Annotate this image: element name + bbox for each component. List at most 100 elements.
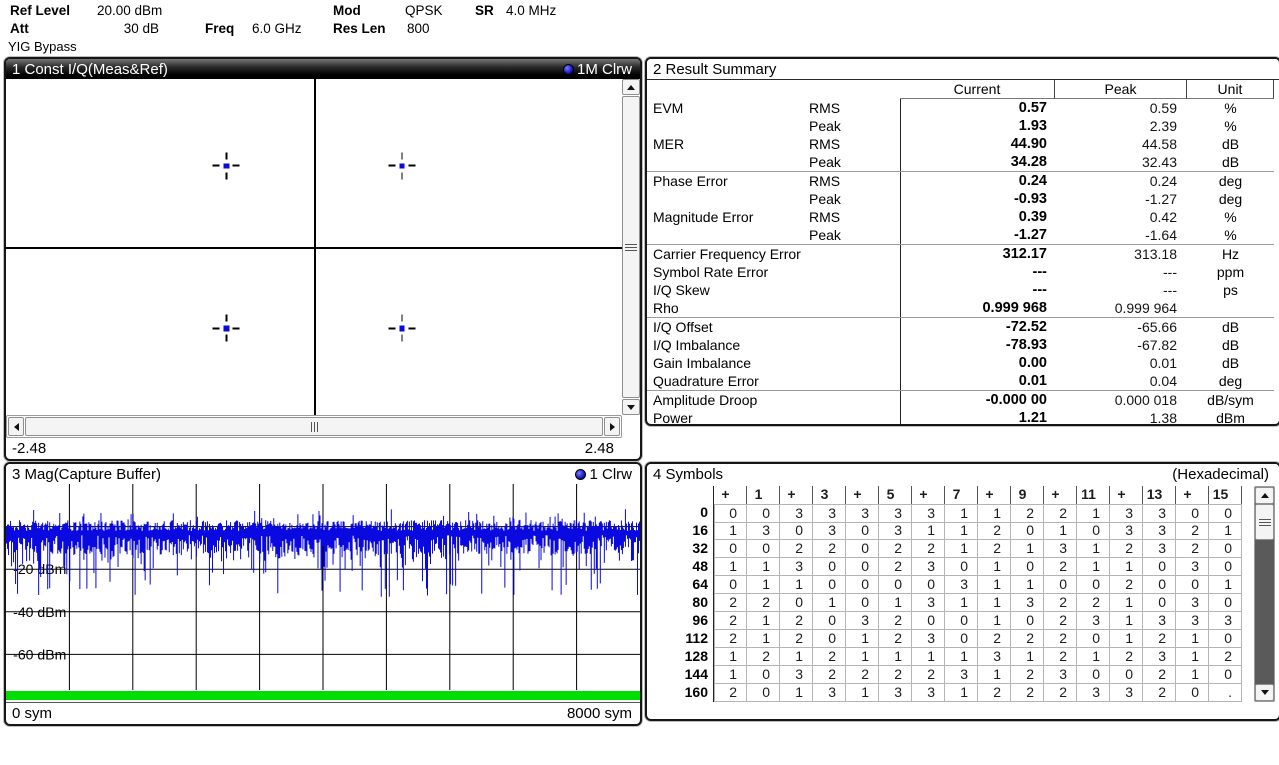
- scroll-down-button[interactable]: [622, 399, 640, 415]
- symbol-value-cell: 1: [945, 540, 978, 558]
- scroll-left-button[interactable]: [8, 417, 24, 436]
- result-summary-table: EVMRMS0.570.59%Peak1.932.39%MERRMS44.904…: [647, 99, 1274, 426]
- result-sublabel: [807, 372, 900, 390]
- result-peak-value: -65.66: [1055, 318, 1187, 336]
- result-row: Power1.211.38dBm: [647, 409, 1274, 426]
- freq-value: 6.0 GHz: [252, 21, 302, 36]
- vertical-scroll-thumb[interactable]: [622, 96, 640, 398]
- symbol-value-cell: 3: [747, 522, 780, 540]
- trace-label: 1 Clrw: [589, 466, 632, 483]
- symbol-value-cell: 3: [1044, 540, 1077, 558]
- result-peak-value: 0.04: [1055, 372, 1187, 390]
- symbol-value-cell: 2: [1143, 684, 1176, 702]
- symbol-value-cell: 2: [879, 612, 912, 630]
- symbol-value-cell: 2: [714, 594, 747, 612]
- symbol-value-cell: 0: [1011, 522, 1044, 540]
- result-current-value: 0.00: [900, 354, 1055, 372]
- result-current-value: 34.28: [900, 153, 1055, 171]
- symbol-value-cell: 3: [945, 576, 978, 594]
- symbol-value-cell: 0: [1077, 576, 1110, 594]
- symbol-value-cell: 1: [978, 576, 1011, 594]
- symbol-value-cell: 2: [978, 684, 1011, 702]
- constellation-horizontal-scrollbar[interactable]: [6, 415, 622, 438]
- symbols-row: 00033333112213300: [679, 504, 1242, 522]
- symbol-value-cell: 3: [813, 522, 846, 540]
- symbol-value-cell: 3: [813, 684, 846, 702]
- result-unit: %: [1187, 117, 1274, 135]
- mag-capture-x-range: 0 sym 8000 sym: [6, 702, 640, 723]
- vertical-scroll-thumb[interactable]: [1255, 504, 1274, 540]
- symbols-column-header: +: [846, 486, 879, 504]
- symbol-value-cell: 1: [978, 594, 1011, 612]
- symbol-value-cell: 3: [813, 504, 846, 523]
- symbols-vertical-scrollbar[interactable]: [1254, 486, 1275, 702]
- symbol-value-cell: 3: [1011, 594, 1044, 612]
- mag-capture-chart: -20 dBm-40 dBm-60 dBm: [6, 484, 640, 690]
- result-peak-value: -1.27: [1055, 190, 1187, 208]
- symbols-row: 1441032222312300210: [679, 666, 1242, 684]
- symbol-value-cell: 2: [1044, 594, 1077, 612]
- symbol-value-cell: 2: [1044, 504, 1077, 523]
- symbols-titlebar[interactable]: 4 Symbols (Hexadecimal): [647, 464, 1279, 484]
- symbol-value-cell: 1: [1011, 648, 1044, 666]
- result-label: MER: [647, 135, 807, 153]
- symbols-column-header: 9: [1011, 486, 1044, 504]
- result-unit: dB: [1187, 336, 1274, 354]
- scroll-down-button[interactable]: [1255, 684, 1274, 701]
- symbol-value-cell: 2: [1044, 684, 1077, 702]
- result-peak-value: 1.38: [1055, 409, 1187, 426]
- result-sublabel: [807, 318, 900, 336]
- symbol-value-cell: 2: [780, 612, 813, 630]
- symbols-row-index: 96: [679, 612, 714, 630]
- mag-capture-plot: -20 dBm-40 dBm-60 dBm: [6, 484, 640, 690]
- symbol-value-cell: 1: [978, 666, 1011, 684]
- result-unit: ppm: [1187, 263, 1274, 281]
- mag-capture-titlebar[interactable]: 3 Mag(Capture Buffer) 1 Clrw: [6, 464, 640, 484]
- symbols-row-index: 16: [679, 522, 714, 540]
- y-axis-tick-label: -40 dBm: [13, 604, 66, 620]
- symbols-row: 320022022121312320: [679, 540, 1242, 558]
- symbol-value-cell: 0: [1209, 630, 1242, 648]
- result-unit: dB: [1187, 318, 1274, 336]
- symbol-value-cell: 3: [780, 666, 813, 684]
- symbol-value-cell: 0: [1176, 576, 1209, 594]
- scroll-up-button[interactable]: [622, 79, 640, 95]
- symbol-value-cell: 0: [747, 540, 780, 558]
- ref-level-label: Ref Level: [10, 3, 70, 18]
- result-label: Quadrature Error: [647, 372, 807, 390]
- symbol-value-cell: 3: [1176, 558, 1209, 576]
- symbol-value-cell: 2: [879, 630, 912, 648]
- result-summary-titlebar[interactable]: 2 Result Summary: [647, 59, 1279, 80]
- symbol-value-cell: 3: [1077, 684, 1110, 702]
- result-sublabel: RMS: [807, 208, 900, 226]
- crosshair-top-icon: [226, 152, 228, 159]
- symbol-value-cell: 3: [780, 504, 813, 523]
- constellation-plot: [6, 79, 622, 415]
- symbol-value-cell: 0: [846, 558, 879, 576]
- result-label: Magnitude Error: [647, 208, 807, 226]
- result-current-value: -1.27: [900, 226, 1055, 244]
- result-current-value: -0.000 00: [900, 391, 1055, 409]
- symbol-value-cell: 0: [1077, 666, 1110, 684]
- symbol-value-cell: 3: [1143, 504, 1176, 523]
- symbols-row-index: 0: [679, 504, 714, 523]
- symbol-value-cell: 2: [1143, 630, 1176, 648]
- symbols-column-header: +: [714, 486, 747, 504]
- result-row: I/Q Offset-72.52-65.66dB: [647, 318, 1274, 336]
- trace-indicator-icon: [575, 469, 586, 480]
- crosshair-top-icon: [401, 152, 403, 159]
- scroll-right-button[interactable]: [604, 417, 620, 436]
- scroll-track[interactable]: [1255, 540, 1274, 684]
- constellation-dot-icon: [224, 326, 230, 332]
- x-max-label: 2.48: [585, 440, 614, 457]
- const-iq-titlebar[interactable]: 1 Const I/Q(Meas&Ref) 1M Clrw: [6, 59, 640, 79]
- symbol-value-cell: 3: [1176, 612, 1209, 630]
- symbol-value-cell: 2: [747, 594, 780, 612]
- scroll-up-button[interactable]: [1255, 487, 1274, 504]
- symbol-value-cell: 1: [1077, 504, 1110, 523]
- constellation-vertical-scrollbar[interactable]: [622, 79, 640, 415]
- symbol-value-cell: 1: [1077, 648, 1110, 666]
- symbol-value-cell: 1: [1011, 540, 1044, 558]
- symbol-value-cell: 2: [1209, 648, 1242, 666]
- horizontal-scroll-thumb[interactable]: [25, 417, 603, 436]
